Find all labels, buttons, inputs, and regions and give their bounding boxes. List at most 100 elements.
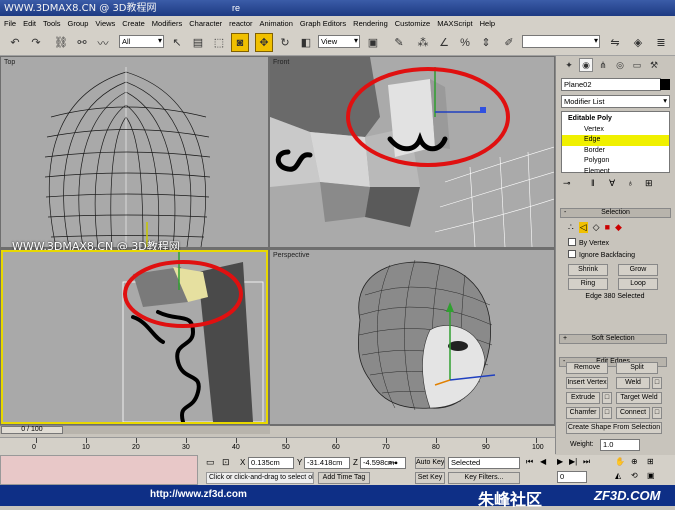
- polygon-mode-icon[interactable]: ■: [605, 222, 610, 233]
- modify-tab-icon[interactable]: ◉: [579, 58, 593, 72]
- viewport-top[interactable]: Top: [1, 57, 268, 247]
- modifier-list-dropdown[interactable]: Modifier List: [561, 95, 670, 108]
- viewport-left[interactable]: [1, 250, 268, 424]
- pan-icon[interactable]: ✋: [615, 457, 625, 466]
- add-time-tag-button[interactable]: Add Time Tag: [318, 472, 370, 484]
- grow-button[interactable]: Grow: [618, 264, 658, 276]
- time-slider[interactable]: 0 / 100: [0, 425, 270, 434]
- remove-button[interactable]: Remove: [566, 362, 608, 374]
- link-icon[interactable]: ⛓: [52, 33, 70, 52]
- mirror-icon[interactable]: ⇋: [606, 33, 624, 52]
- go-to-end-icon[interactable]: ⏭: [583, 457, 590, 467]
- show-end-result-icon[interactable]: ‖: [591, 178, 595, 188]
- menu-item-tools[interactable]: Tools: [43, 19, 61, 28]
- shrink-button[interactable]: Shrink: [568, 264, 608, 276]
- pivot-icon[interactable]: ▣: [364, 33, 382, 52]
- key-filters-button[interactable]: Key Filters...: [448, 472, 520, 484]
- edge-mode-icon[interactable]: ◁: [578, 222, 588, 233]
- go-to-start-icon[interactable]: ⏮: [526, 457, 533, 467]
- y-coordinate-field[interactable]: -31.418cm: [304, 457, 350, 469]
- auto-key-button[interactable]: Auto Key: [415, 457, 445, 469]
- weld-settings-button[interactable]: □: [652, 377, 662, 389]
- viewport-label-top[interactable]: Top: [4, 59, 15, 66]
- menu-item-reactor[interactable]: reactor: [229, 19, 252, 28]
- viewport-label-front[interactable]: Front: [273, 59, 289, 66]
- window-crossing-icon[interactable]: ◙: [231, 33, 249, 52]
- utilities-tab-icon[interactable]: ⚒: [647, 58, 661, 72]
- menu-item-help[interactable]: Help: [480, 19, 495, 28]
- pin-stack-icon[interactable]: ⊸: [563, 178, 571, 189]
- remove-modifier-icon[interactable]: ♁: [627, 178, 634, 188]
- insert-vertex-button[interactable]: Insert Vertex: [566, 377, 608, 389]
- hierarchy-tab-icon[interactable]: ⋔: [596, 58, 610, 72]
- play-icon[interactable]: ▶: [557, 457, 563, 466]
- current-frame-field[interactable]: 0: [557, 471, 587, 483]
- viewport-label-perspective[interactable]: Perspective: [273, 252, 310, 259]
- menu-item-file[interactable]: File: [4, 19, 16, 28]
- display-tab-icon[interactable]: ▭: [630, 58, 644, 72]
- snap-toggle-icon[interactable]: ⁂: [414, 33, 432, 52]
- select-manipulate-icon[interactable]: ✎: [390, 33, 408, 52]
- soft-selection-rollout-header[interactable]: + Soft Selection: [559, 334, 667, 344]
- select-by-name-icon[interactable]: ▤: [189, 33, 207, 52]
- by-vertex-checkbox[interactable]: By Vertex: [568, 238, 609, 247]
- object-color-swatch[interactable]: [660, 79, 670, 90]
- redo-icon[interactable]: ↷: [27, 33, 45, 52]
- create-shape-button[interactable]: Create Shape From Selection: [566, 422, 662, 434]
- ignore-backfacing-checkbox[interactable]: Ignore Backfacing: [568, 250, 635, 259]
- next-frame-icon[interactable]: ▶|: [569, 457, 577, 466]
- menu-item-rendering[interactable]: Rendering: [353, 19, 388, 28]
- time-slider-thumb[interactable]: 0 / 100: [1, 426, 63, 434]
- configure-sets-icon[interactable]: ⊞: [645, 178, 653, 189]
- zoom-icon[interactable]: ⊕: [631, 457, 638, 466]
- selection-filter-dropdown[interactable]: All: [119, 35, 164, 48]
- make-unique-icon[interactable]: ∀: [609, 178, 615, 189]
- motion-tab-icon[interactable]: ◎: [613, 58, 627, 72]
- unlink-icon[interactable]: ⚯: [73, 33, 91, 52]
- connect-button[interactable]: Connect: [616, 407, 650, 419]
- selection-rollout-header[interactable]: - Selection: [560, 208, 671, 218]
- viewport-perspective[interactable]: Perspective: [270, 250, 554, 424]
- z-coordinate-field[interactable]: -4.598cm: [360, 457, 406, 469]
- target-weld-button[interactable]: Target Weld: [616, 392, 662, 404]
- menu-item-edit[interactable]: Edit: [23, 19, 36, 28]
- key-mode-dropdown[interactable]: Selected: [448, 457, 520, 469]
- menu-item-views[interactable]: Views: [95, 19, 115, 28]
- stack-item-border[interactable]: Border: [562, 146, 669, 157]
- named-selection-icon[interactable]: ✐: [500, 33, 518, 52]
- named-selection-sets-dropdown[interactable]: [522, 35, 600, 48]
- chamfer-settings-button[interactable]: □: [602, 407, 612, 419]
- orbit-icon[interactable]: ⟲: [631, 471, 638, 480]
- object-name-field[interactable]: Plane02: [561, 78, 661, 91]
- region-select-icon[interactable]: ⬚: [210, 33, 228, 52]
- menu-item-create[interactable]: Create: [122, 19, 145, 28]
- ring-button[interactable]: Ring: [568, 278, 608, 290]
- create-tab-icon[interactable]: ✦: [562, 58, 576, 72]
- maximize-viewport-icon[interactable]: ▣: [647, 471, 655, 480]
- spinner-snap-icon[interactable]: ⇕: [477, 33, 495, 52]
- select-object-icon[interactable]: ↖: [168, 33, 186, 52]
- chamfer-button[interactable]: Chamfer: [566, 407, 600, 419]
- extrude-settings-button[interactable]: □: [602, 392, 612, 404]
- connect-settings-button[interactable]: □: [652, 407, 662, 419]
- border-mode-icon[interactable]: ◇: [593, 222, 600, 233]
- set-key-button[interactable]: Set Key: [415, 472, 445, 484]
- stack-item-editable-poly[interactable]: Editable Poly: [562, 114, 669, 125]
- zoom-all-icon[interactable]: ⊞: [647, 457, 654, 466]
- menu-item-modifiers[interactable]: Modifiers: [152, 19, 182, 28]
- menu-item-character[interactable]: Character: [189, 19, 222, 28]
- element-mode-icon[interactable]: ◆: [615, 222, 622, 233]
- bind-space-warp-icon[interactable]: 〰: [94, 33, 112, 52]
- menu-item-group[interactable]: Group: [68, 19, 89, 28]
- extrude-button[interactable]: Extrude: [566, 392, 600, 404]
- menu-item-animation[interactable]: Animation: [260, 19, 293, 28]
- absolute-mode-icon[interactable]: ⊡: [222, 457, 230, 468]
- select-move-icon[interactable]: ✥: [255, 33, 273, 52]
- loop-button[interactable]: Loop: [618, 278, 658, 290]
- weld-button[interactable]: Weld: [616, 377, 650, 389]
- stack-item-edge[interactable]: Edge: [562, 135, 669, 146]
- angle-snap-icon[interactable]: ∠: [435, 33, 453, 52]
- stack-item-vertex[interactable]: Vertex: [562, 125, 669, 136]
- prev-frame-icon[interactable]: ◀: [540, 457, 546, 466]
- maxscript-listener[interactable]: [0, 455, 198, 485]
